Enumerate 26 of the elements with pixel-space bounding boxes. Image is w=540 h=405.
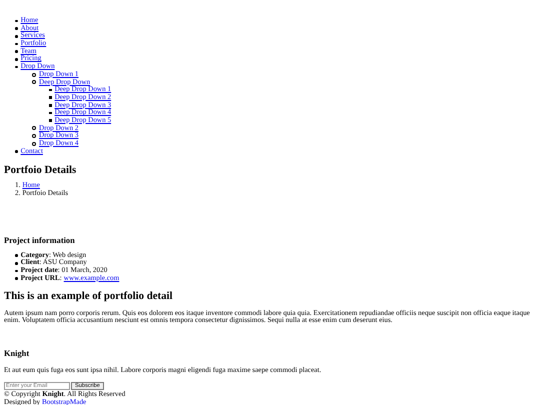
bullet-icon [49, 96, 52, 100]
bullet-icon [15, 254, 18, 257]
bullet-icon [32, 134, 36, 138]
bullet-icon [49, 88, 52, 92]
bullet-icon [15, 270, 18, 272]
bullet-icon [32, 80, 36, 84]
bullet-icon [15, 58, 18, 61]
bullet-icon [32, 142, 36, 146]
bullet-icon [32, 126, 36, 130]
bullet-icon [15, 20, 18, 22]
bullet-icon [49, 112, 52, 114]
bullet-icon [49, 119, 52, 122]
bullet-icon [15, 42, 18, 46]
footer-title: Knight [4, 348, 30, 359]
bullet-icon [15, 50, 18, 53]
page-title: Portfoio Details [4, 164, 78, 176]
bullet-icon [15, 66, 18, 68]
bullet-icon [15, 262, 18, 265]
bullet-icon [49, 104, 52, 107]
bullet-icon [15, 277, 18, 280]
bullet-icon [32, 72, 36, 77]
section-title: Project information [4, 236, 76, 246]
bullet-icon [15, 27, 18, 30]
bullet-icon [15, 34, 18, 38]
section-title: This is an example of portfolio detail [4, 290, 174, 302]
bullet-icon [15, 150, 18, 153]
